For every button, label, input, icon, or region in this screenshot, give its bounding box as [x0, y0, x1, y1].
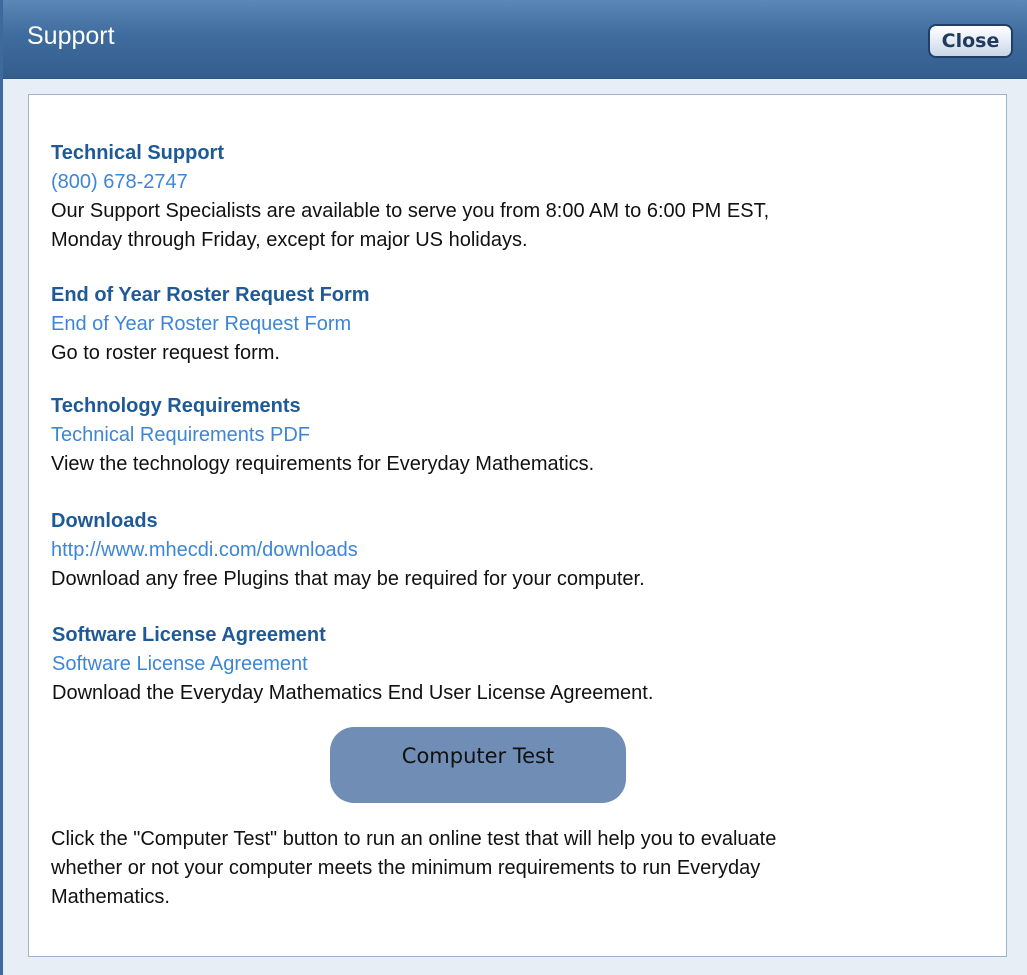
section-heading: Software License Agreement	[52, 624, 326, 646]
section-description-line: Download the Everyday Mathematics End Us…	[52, 682, 654, 704]
section-heading: End of Year Roster Request Form	[51, 284, 370, 306]
section-description-line: Our Support Specialists are available to…	[51, 200, 770, 222]
description-line: Click the "Computer Test" button to run …	[51, 828, 777, 850]
description-line: Mathematics.	[51, 886, 170, 908]
close-button[interactable]: Close	[928, 24, 1013, 58]
requirements-pdf-link[interactable]: Technical Requirements PDF	[51, 421, 594, 450]
support-content-panel: Technical Support (800) 678-2747 Our Sup…	[28, 94, 1007, 957]
section-description-line: Monday through Friday, except for major …	[51, 229, 528, 251]
support-dialog: Support Close Technical Support (800) 67…	[0, 0, 1027, 975]
title-bar: Support Close	[3, 0, 1027, 79]
phone-link[interactable]: (800) 678-2747	[51, 168, 769, 197]
computer-test-button[interactable]: Computer Test	[330, 727, 626, 803]
section-roster-request: End of Year Roster Request Form End of Y…	[51, 281, 370, 368]
roster-request-link[interactable]: End of Year Roster Request Form	[51, 310, 370, 339]
section-downloads: Downloads http://www.mhecdi.com/download…	[51, 507, 645, 594]
description-line: whether or not your computer meets the m…	[51, 857, 761, 879]
computer-test-description: Click the "Computer Test" button to run …	[51, 825, 951, 912]
section-technical-support: Technical Support (800) 678-2747 Our Sup…	[51, 139, 769, 255]
downloads-link[interactable]: http://www.mhecdi.com/downloads	[51, 536, 645, 565]
section-software-license: Software License Agreement Software Lice…	[52, 621, 653, 708]
section-heading: Downloads	[51, 510, 158, 532]
section-description-line: Go to roster request form.	[51, 342, 280, 364]
section-description-line: Download any free Plugins that may be re…	[51, 568, 645, 590]
section-heading: Technology Requirements	[51, 395, 301, 417]
section-heading: Technical Support	[51, 142, 224, 164]
license-agreement-link[interactable]: Software License Agreement	[52, 650, 653, 679]
dialog-title: Support	[27, 22, 115, 50]
section-technology-requirements: Technology Requirements Technical Requir…	[51, 392, 594, 479]
section-description-line: View the technology requirements for Eve…	[51, 453, 595, 475]
